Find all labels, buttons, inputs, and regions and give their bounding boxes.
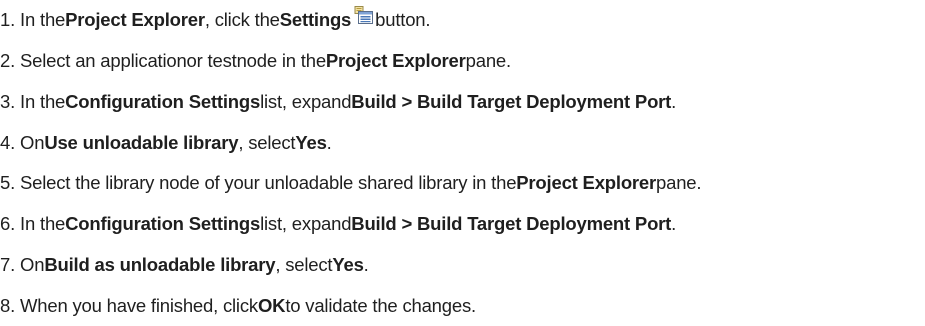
step-number: 4. bbox=[0, 132, 16, 153]
step-8: 8. When you have finished, click OK to v… bbox=[0, 286, 476, 326]
step-number: 3. bbox=[0, 91, 16, 112]
step-text: In the bbox=[20, 91, 66, 112]
ui-term: Configuration Settings bbox=[65, 213, 261, 234]
ui-term: Build > Build Target Deployment Port bbox=[351, 213, 672, 234]
step-number: 6. bbox=[0, 213, 16, 234]
ui-term: Build > Build Target Deployment Port bbox=[351, 91, 672, 112]
step-number: 5. bbox=[0, 172, 16, 193]
step-6: 6. In the Configuration Settings list, e… bbox=[0, 204, 676, 244]
step-text: to validate the changes. bbox=[285, 295, 476, 316]
step-text: pane. bbox=[465, 50, 511, 71]
step-text: On bbox=[20, 132, 45, 153]
step-text: Select an applicationor testnode in the bbox=[20, 50, 326, 71]
ui-term: Yes bbox=[332, 254, 364, 275]
step-number: 7. bbox=[0, 254, 16, 275]
step-text: In the bbox=[20, 213, 66, 234]
step-text: , select bbox=[275, 254, 333, 275]
step-text: . bbox=[326, 132, 332, 153]
step-text: list, expand bbox=[260, 213, 352, 234]
step-text: . bbox=[671, 91, 677, 112]
ui-term: Project Explorer bbox=[65, 9, 205, 30]
step-text: Select the library node of your unloadab… bbox=[20, 172, 517, 193]
ui-term: Yes bbox=[295, 132, 327, 153]
ui-term: Build as unloadable library bbox=[44, 254, 276, 275]
step-number: 2. bbox=[0, 50, 16, 71]
step-3: 3. In the Configuration Settings list, e… bbox=[0, 82, 676, 122]
step-text: In the bbox=[20, 9, 66, 30]
ui-term: Settings bbox=[279, 9, 352, 30]
step-number: 8. bbox=[0, 295, 16, 316]
ui-term: Configuration Settings bbox=[65, 91, 261, 112]
ui-term: OK bbox=[257, 295, 286, 316]
step-text: . bbox=[363, 254, 369, 275]
step-5: 5. Select the library node of your unloa… bbox=[0, 163, 702, 203]
step-text: pane. bbox=[656, 172, 702, 193]
step-text: button. bbox=[375, 9, 431, 30]
step-1: 1. In the Project Explorer , click the S… bbox=[0, 0, 431, 40]
step-text: list, expand bbox=[260, 91, 352, 112]
step-text: On bbox=[20, 254, 45, 275]
step-text: , select bbox=[238, 132, 296, 153]
step-4: 4. On Use unloadable library , select Ye… bbox=[0, 123, 332, 163]
step-2: 2. Select an applicationor testnode in t… bbox=[0, 41, 511, 81]
step-text: . bbox=[671, 213, 677, 234]
step-text: , click the bbox=[204, 9, 280, 30]
step-7: 7. On Build as unloadable library , sele… bbox=[0, 245, 369, 285]
settings-icon bbox=[354, 6, 374, 24]
step-number: 1. bbox=[0, 9, 16, 30]
ui-term: Use unloadable library bbox=[44, 132, 239, 153]
step-text: When you have finished, click bbox=[20, 295, 258, 316]
ui-term: Project Explorer bbox=[325, 50, 466, 71]
ui-term: Project Explorer bbox=[516, 172, 657, 193]
